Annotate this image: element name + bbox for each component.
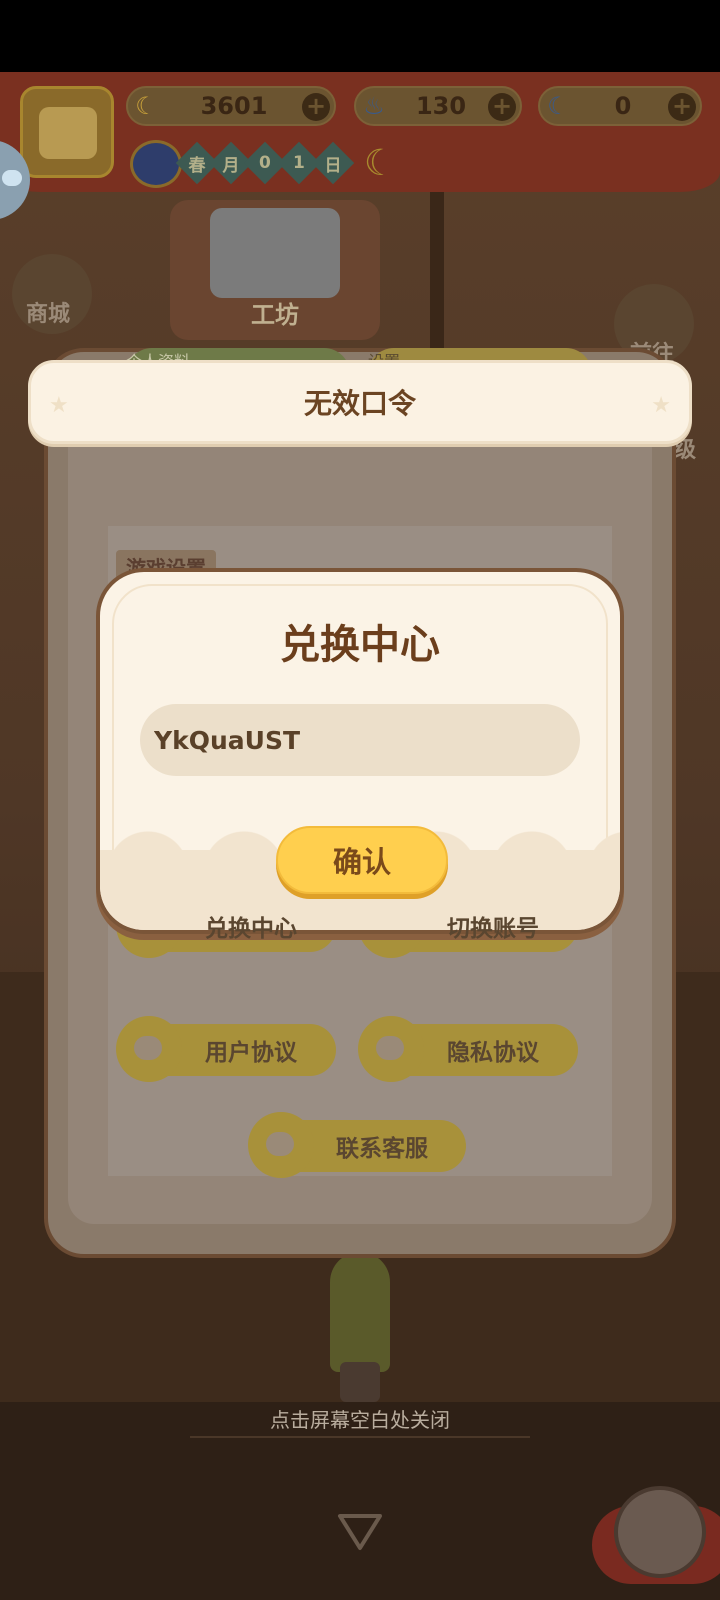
status-bar: [0, 0, 720, 72]
paw-icon: [358, 1016, 424, 1082]
add-gem-button[interactable]: +: [668, 93, 696, 121]
chat-icon: [2, 170, 22, 186]
add-banana-button[interactable]: +: [302, 93, 330, 121]
plant-decoration: [330, 1252, 390, 1372]
contact-support-button[interactable]: 联系客服: [248, 1112, 466, 1178]
redeem-code-input[interactable]: [140, 704, 580, 776]
blue-banana-icon: ☾: [547, 92, 569, 120]
flame-count: 130: [415, 92, 467, 120]
calendar-date: 春 月 0 1 日: [130, 140, 355, 188]
flame-icon: ♨: [363, 92, 385, 120]
dialog-title: 兑换中心: [280, 622, 440, 668]
confirm-button[interactable]: 确认: [276, 826, 448, 894]
workshop-building[interactable]: 工坊: [170, 200, 380, 340]
clock-icon: [130, 140, 182, 188]
gem-count: 0: [614, 92, 632, 120]
date-char: 日: [311, 141, 355, 185]
star-icon: ★: [49, 393, 69, 418]
yarn-ball-icon[interactable]: [614, 1486, 706, 1578]
toast-message: 无效口令: [303, 387, 416, 420]
workshop-label: 工坊: [251, 301, 299, 329]
paw-icon: [248, 1112, 314, 1178]
invalid-code-toast: ★ 无效口令 ★: [28, 360, 692, 444]
user-agreement-button[interactable]: 用户协议: [116, 1016, 336, 1082]
collapse-arrow-icon[interactable]: [336, 1510, 384, 1554]
divider: [190, 1436, 530, 1438]
star-icon: ★: [651, 393, 671, 418]
add-flame-button[interactable]: +: [488, 93, 516, 121]
flame-currency: ♨ 130 +: [354, 86, 522, 126]
privacy-agreement-button[interactable]: 隐私协议: [358, 1016, 578, 1082]
player-avatar[interactable]: [20, 86, 114, 178]
banana-currency: ☾ 3601 +: [126, 86, 336, 126]
redeem-dialog: 兑换中心 确认: [96, 568, 624, 934]
moon-icon[interactable]: ☾: [358, 142, 402, 186]
banana-count: 3601: [200, 92, 268, 120]
paw-icon: [116, 1016, 182, 1082]
gem-currency: ☾ 0 +: [538, 86, 702, 126]
banana-icon: ☾: [135, 92, 157, 120]
plant-pot: [340, 1362, 380, 1402]
workshop-tools-icon: [210, 208, 340, 298]
avatar-face: [39, 107, 97, 159]
shop-label: 商城: [26, 302, 71, 327]
